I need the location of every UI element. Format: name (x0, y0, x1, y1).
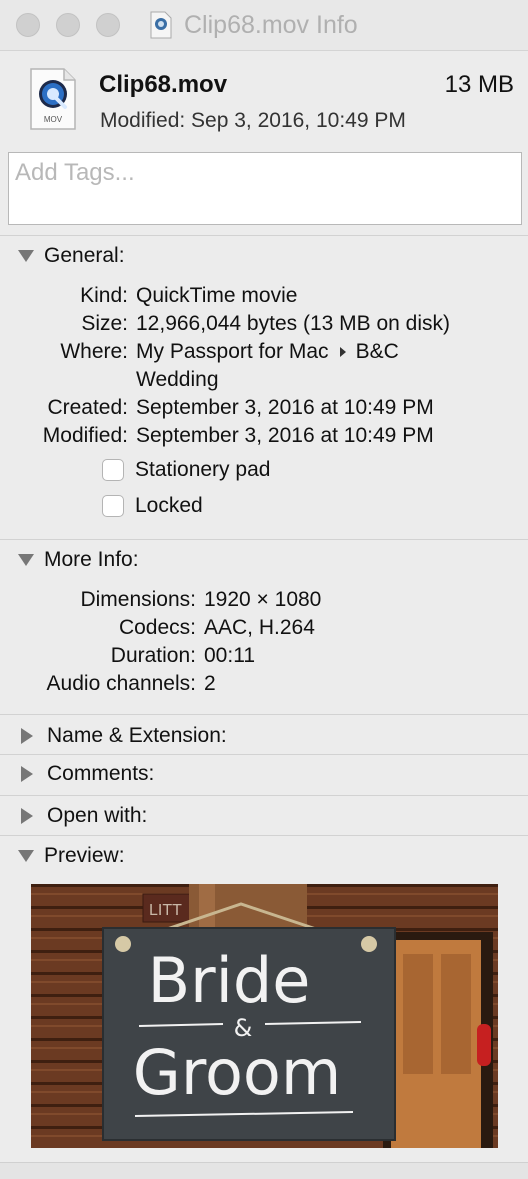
size-value: 12,966,044 bytes (13 MB on disk) (136, 312, 451, 335)
section-name-extension-toggle[interactable]: Name & Extension: (18, 722, 227, 750)
stationery-pad-option[interactable]: Stationery pad (102, 456, 270, 484)
bottom-edge (0, 1162, 528, 1179)
path-separator-icon (339, 347, 346, 357)
codecs-value: AAC, H.264 (204, 616, 315, 639)
divider (0, 539, 528, 540)
disclosure-collapsed-icon (21, 808, 33, 824)
divider (0, 235, 528, 236)
info-row-codecs: Codecs: AAC, H.264 (0, 616, 528, 644)
divider (0, 795, 528, 796)
section-preview-toggle[interactable]: Preview: (18, 842, 125, 870)
file-name: Clip68.mov (99, 71, 228, 98)
locked-checkbox[interactable] (102, 495, 124, 517)
sign-bride: Bride (148, 944, 311, 1017)
created-value: September 3, 2016 at 10:49 PM (136, 396, 434, 419)
section-open-with-label: Open with: (47, 804, 148, 827)
disclosure-expanded-icon (18, 554, 34, 566)
quicktime-mov-icon: MOV (30, 68, 76, 130)
section-open-with-toggle[interactable]: Open with: (18, 802, 147, 830)
section-preview-label: Preview: (44, 844, 125, 867)
info-row-where-cont: Wedding (0, 368, 528, 396)
disclosure-expanded-icon (18, 850, 34, 862)
section-comments-toggle[interactable]: Comments: (18, 760, 154, 788)
audio-channels-value: 2 (204, 672, 216, 695)
duration-value: 00:11 (204, 644, 255, 667)
info-row-where: Where: My Passport for Mac B&C (0, 340, 528, 368)
sign-groom: Groom (133, 1036, 341, 1109)
info-row-duration: Duration: 00:11 (0, 644, 528, 672)
disclosure-collapsed-icon (21, 766, 33, 782)
where-volume: My Passport for Mac (136, 340, 329, 363)
file-modified: Modified: Sep 3, 2016, 10:49 PM (100, 109, 406, 132)
info-row-modified: Modified: September 3, 2016 at 10:49 PM (0, 424, 528, 452)
info-row-kind: Kind: QuickTime movie (0, 284, 528, 312)
section-comments-label: Comments: (47, 762, 155, 785)
close-button[interactable] (16, 13, 40, 37)
info-row-created: Created: September 3, 2016 at 10:49 PM (0, 396, 528, 424)
file-size: 13 MB (444, 71, 514, 98)
plaque-text: LITT (149, 902, 182, 919)
section-general-label: General: (44, 244, 125, 267)
disclosure-expanded-icon (18, 250, 34, 262)
modified-value: September 3, 2016 at 10:49 PM (136, 424, 434, 447)
info-row-dimensions: Dimensions: 1920 × 1080 (0, 588, 528, 616)
info-row-size: Size: 12,966,044 bytes (13 MB on disk) (0, 312, 528, 340)
disclosure-collapsed-icon (21, 728, 33, 744)
locked-label: Locked (135, 494, 203, 517)
quicktime-file-icon (150, 11, 172, 39)
dimensions-label: Dimensions: (80, 588, 196, 611)
divider (0, 714, 528, 715)
where-folder-cont: Wedding (136, 368, 219, 391)
where-folder: B&C (355, 340, 399, 363)
stationery-pad-checkbox[interactable] (102, 459, 124, 481)
size-label: Size: (81, 312, 128, 335)
created-label: Created: (47, 396, 128, 419)
title-bar: Clip68.mov Info (0, 0, 528, 51)
divider (0, 835, 528, 836)
locked-option[interactable]: Locked (102, 492, 203, 520)
window-title: Clip68.mov Info (150, 9, 358, 41)
stationery-pad-label: Stationery pad (135, 458, 271, 481)
section-more-info-toggle[interactable]: More Info: (18, 546, 139, 574)
video-preview[interactable]: LITT Bride & Groom (31, 884, 498, 1148)
section-general-toggle[interactable]: General: (18, 242, 125, 270)
dimensions-value: 1920 × 1080 (204, 588, 322, 611)
kind-label: Kind: (80, 284, 128, 307)
section-more-info-label: More Info: (44, 548, 139, 571)
tags-input[interactable]: Add Tags... (8, 152, 522, 225)
window-title-text: Clip68.mov Info (184, 10, 358, 39)
file-header: MOV Clip68.mov 13 MB Modified: Sep 3, 20… (0, 51, 528, 149)
kind-value: QuickTime movie (136, 284, 298, 307)
preview-image: LITT Bride & Groom (31, 884, 498, 1148)
zoom-button[interactable] (96, 13, 120, 37)
minimize-button[interactable] (56, 13, 80, 37)
audio-channels-label: Audio channels: (46, 672, 196, 695)
tags-placeholder: Add Tags... (15, 159, 135, 186)
codecs-label: Codecs: (118, 616, 196, 639)
info-row-audio-channels: Audio channels: 2 (0, 672, 528, 700)
modified-label: Modified: (42, 424, 128, 447)
divider (0, 754, 528, 755)
duration-label: Duration: (110, 644, 196, 667)
mov-icon-label: MOV (44, 115, 63, 124)
where-path: My Passport for Mac B&C (136, 340, 399, 364)
where-label: Where: (60, 340, 128, 363)
section-name-extension-label: Name & Extension: (47, 724, 227, 747)
